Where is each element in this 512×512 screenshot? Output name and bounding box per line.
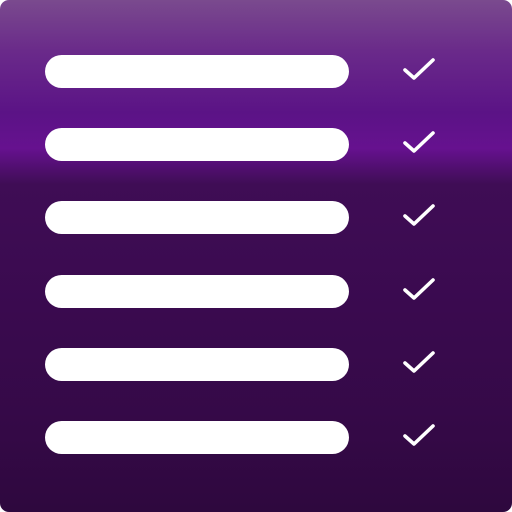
check-icon [402, 418, 436, 452]
check-icon [402, 198, 436, 232]
check-icon [402, 272, 436, 306]
checklist-row [0, 272, 512, 312]
checklist-app-icon [0, 0, 512, 512]
row-bar [45, 55, 349, 88]
check-icon [402, 345, 436, 379]
row-bar [45, 128, 349, 161]
check-icon [402, 52, 436, 86]
row-bar [45, 348, 349, 381]
checklist-row [0, 52, 512, 92]
row-bar [45, 201, 349, 234]
row-bar [45, 421, 349, 454]
checklist-row [0, 125, 512, 165]
checklist-row [0, 418, 512, 458]
checklist-row [0, 198, 512, 238]
check-icon [402, 125, 436, 159]
row-bar [45, 275, 349, 308]
checklist-row [0, 345, 512, 385]
